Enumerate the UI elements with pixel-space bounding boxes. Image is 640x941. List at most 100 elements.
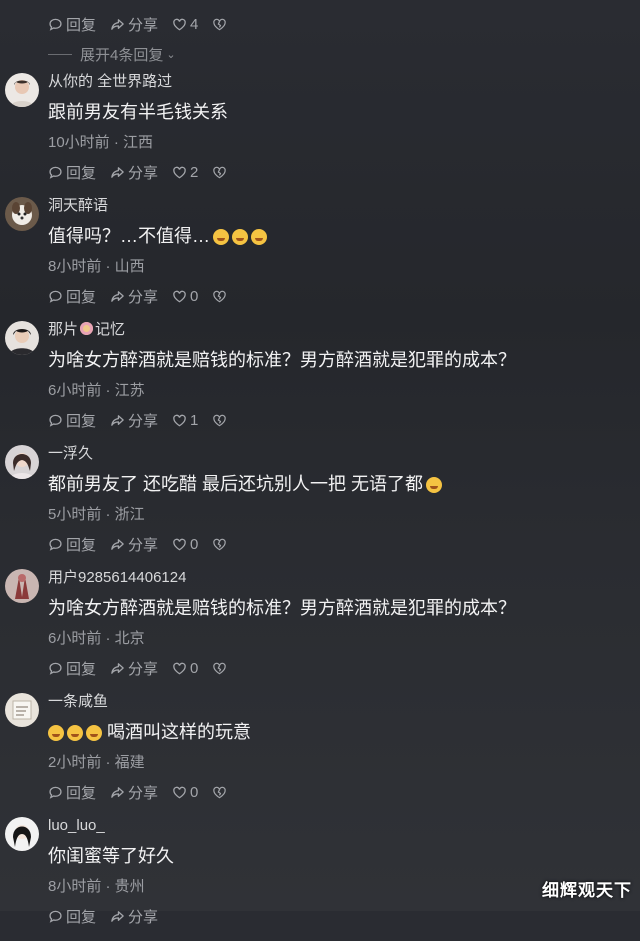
heart-icon (173, 662, 186, 674)
avatar[interactable] (5, 321, 39, 355)
dislike-button[interactable] (212, 17, 227, 32)
comment-text-content: 喝酒叫这样的玩意 (107, 722, 252, 742)
emoji-icon (251, 229, 267, 246)
reply-icon (49, 290, 62, 303)
reply-button[interactable]: 回复 (48, 162, 96, 183)
share-label: 分享 (128, 164, 159, 182)
share-button[interactable]: 分享 (110, 782, 158, 803)
username[interactable]: 那片 记忆 (48, 321, 125, 339)
comment-text: 喝酒叫这样的玩意 (48, 719, 251, 745)
reply-label: 回复 (66, 412, 97, 430)
username[interactable]: 用户9285614406124 (48, 569, 186, 587)
share-label: 分享 (128, 784, 159, 802)
comment-item: 一浮久 都前男友了 还吃醋 最后还坑别人一把 无语了都 5小时前 · 浙江 回复… (0, 445, 640, 569)
share-icon (111, 414, 124, 426)
comment-text: 为啥女方醉酒就是赔钱的标准？男方醉酒就是犯罪的成本？ (48, 598, 516, 618)
reply-button[interactable]: 回复 (48, 410, 96, 431)
broken-heart-icon (213, 662, 227, 674)
like-button[interactable]: 0 (172, 784, 198, 801)
reply-icon (49, 662, 62, 675)
comment-actions: 回复 分享 0 (48, 533, 227, 555)
share-icon (111, 18, 124, 30)
emoji-icon (48, 725, 64, 742)
broken-heart-icon (213, 538, 227, 550)
avatar[interactable] (5, 445, 39, 479)
like-button[interactable]: 2 (172, 164, 198, 181)
reply-button[interactable]: 回复 (48, 782, 96, 803)
share-icon (111, 166, 124, 178)
share-label: 分享 (128, 536, 159, 554)
reply-icon (49, 166, 62, 179)
comment-item: 洞天醉语 值得吗？…不值得… 8小时前 · 山西 回复 分享 0 (0, 197, 640, 321)
expand-replies-button[interactable]: 展开4条回复 ⌄ (48, 44, 176, 65)
share-label: 分享 (128, 16, 159, 34)
username[interactable]: 从你的 全世界路过 (48, 73, 172, 91)
username[interactable]: luo_luo_ (48, 817, 105, 835)
flower-emoji-icon (80, 322, 94, 335)
share-button[interactable]: 分享 (110, 906, 158, 927)
divider (48, 54, 72, 55)
avatar[interactable] (5, 693, 39, 727)
like-count: 2 (190, 163, 199, 181)
comment-meta: 2小时前 · 福建 (48, 754, 145, 771)
comment-actions: 回复 分享 2 (48, 161, 227, 183)
username[interactable]: 洞天醉语 (48, 197, 108, 215)
share-icon (111, 662, 124, 674)
share-icon (111, 538, 124, 550)
dislike-button[interactable] (212, 537, 227, 552)
username[interactable]: 一浮久 (48, 445, 93, 463)
reply-button[interactable]: 回复 (48, 14, 96, 35)
avatar[interactable] (5, 73, 39, 107)
reply-button[interactable]: 回复 (48, 658, 96, 679)
share-button[interactable]: 分享 (110, 14, 158, 35)
comment-text: 你闺蜜等了好久 (48, 846, 174, 866)
comment-actions: 回复 分享 (48, 905, 172, 927)
reply-button[interactable]: 回复 (48, 286, 96, 307)
dislike-button[interactable] (212, 785, 227, 800)
comment-meta: 6小时前 · 北京 (48, 630, 145, 647)
share-button[interactable]: 分享 (110, 162, 158, 183)
broken-heart-icon (213, 414, 227, 426)
share-button[interactable]: 分享 (110, 658, 158, 679)
share-label: 分享 (128, 288, 159, 306)
like-count: 4 (190, 15, 199, 33)
comment-item: 那片 记忆 为啥女方醉酒就是赔钱的标准？男方醉酒就是犯罪的成本？ 6小时前 · 江… (0, 321, 640, 445)
share-button[interactable]: 分享 (110, 534, 158, 555)
reply-label: 回复 (66, 288, 97, 306)
like-button[interactable]: 1 (172, 412, 198, 429)
like-button[interactable]: 0 (172, 536, 198, 553)
share-button[interactable]: 分享 (110, 410, 158, 431)
reply-button[interactable]: 回复 (48, 534, 96, 555)
dislike-button[interactable] (212, 413, 227, 428)
reply-label: 回复 (66, 784, 97, 802)
emoji-icon (86, 725, 102, 742)
broken-heart-icon (213, 786, 227, 798)
share-label: 分享 (128, 908, 159, 926)
like-button[interactable]: 4 (172, 16, 198, 33)
like-button[interactable]: 0 (172, 288, 198, 305)
dislike-button[interactable] (212, 661, 227, 676)
comment-meta: 8小时前 · 山西 (48, 258, 145, 275)
comment-item: 用户9285614406124 为啥女方醉酒就是赔钱的标准？男方醉酒就是犯罪的成… (0, 569, 640, 693)
avatar[interactable] (5, 817, 39, 851)
reply-button[interactable]: 回复 (48, 906, 96, 927)
emoji-icon (213, 229, 229, 246)
reply-icon (49, 414, 62, 427)
comment-meta: 5小时前 · 浙江 (48, 506, 145, 523)
comment-text: 都前男友了 还吃醋 最后还坑别人一把 无语了都 (48, 471, 443, 497)
reply-label: 回复 (66, 908, 97, 926)
avatar[interactable] (5, 569, 39, 603)
avatar[interactable] (5, 197, 39, 231)
share-button[interactable]: 分享 (110, 286, 158, 307)
comment-actions: 回复 分享 0 (48, 781, 227, 803)
reply-label: 回复 (66, 536, 97, 554)
heart-icon (173, 290, 186, 302)
username[interactable]: 一条咸鱼 (48, 693, 108, 711)
dislike-button[interactable] (212, 289, 227, 304)
like-button[interactable]: 0 (172, 660, 198, 677)
like-count: 1 (190, 411, 199, 429)
dislike-button[interactable] (212, 165, 227, 180)
share-label: 分享 (128, 412, 159, 430)
comment-meta: 10小时前 · 江西 (48, 134, 154, 151)
chevron-down-icon: ⌄ (166, 49, 176, 61)
